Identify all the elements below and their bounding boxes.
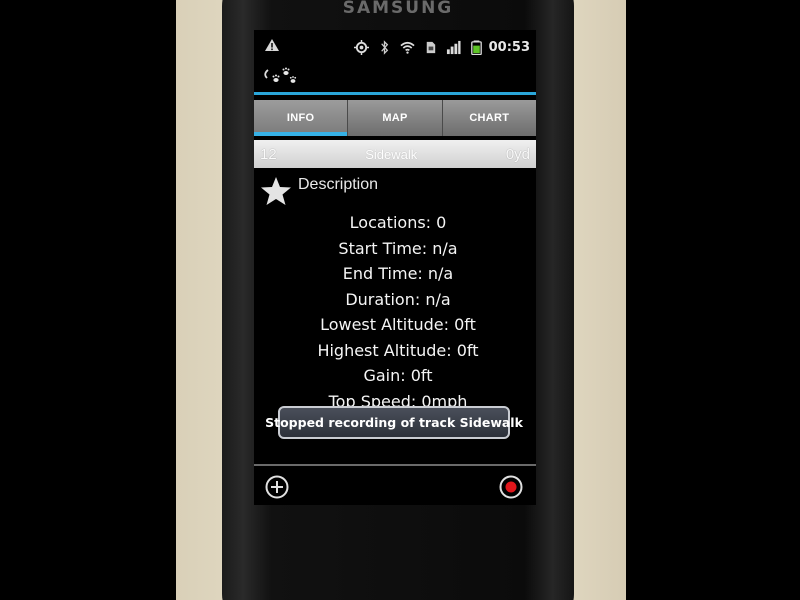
signal-icon bbox=[446, 40, 461, 54]
stats-list: Locations: 0 Start Time: n/a End Time: n… bbox=[254, 210, 536, 414]
star-icon[interactable] bbox=[260, 176, 292, 206]
paw-prints-icon[interactable] bbox=[260, 62, 300, 90]
tab-map[interactable]: MAP bbox=[347, 100, 441, 136]
description-header: Description bbox=[260, 176, 378, 206]
title-bar bbox=[254, 62, 536, 92]
phone-screen: 00:53 INFO MAP CHART 12 Sidewalk 0yd Des… bbox=[254, 30, 536, 505]
track-number: 12 bbox=[260, 145, 277, 163]
status-clock: 00:53 bbox=[488, 40, 530, 55]
brand-logo: SAMSUNG bbox=[342, 0, 454, 18]
stat-end-time: End Time: n/a bbox=[342, 264, 454, 283]
track-row[interactable]: 12 Sidewalk 0yd bbox=[254, 140, 536, 168]
wifi-icon bbox=[400, 41, 415, 54]
track-name: Sidewalk bbox=[365, 146, 418, 162]
record-icon[interactable] bbox=[498, 474, 524, 500]
title-divider bbox=[254, 92, 536, 95]
description-label: Description bbox=[298, 176, 379, 193]
stat-start-time: Start Time: n/a bbox=[338, 238, 458, 258]
stat-highest-altitude: Highest Altitude: 0ft bbox=[317, 340, 479, 360]
bottom-divider bbox=[254, 464, 536, 466]
tab-bar: INFO MAP CHART bbox=[254, 100, 536, 136]
add-circle-icon[interactable] bbox=[264, 474, 290, 500]
stat-locations: Locations: 0 bbox=[349, 213, 447, 232]
toast-message: Stopped recording of track Sidewalk bbox=[265, 406, 523, 439]
warning-icon bbox=[265, 39, 279, 51]
track-distance: 0yd bbox=[505, 145, 530, 163]
status-bar: 00:53 bbox=[254, 34, 536, 60]
status-icons bbox=[354, 39, 484, 55]
stat-duration: Duration: n/a bbox=[345, 289, 451, 309]
stat-gain: Gain: 0ft bbox=[363, 366, 433, 385]
gps-icon bbox=[354, 39, 369, 55]
tab-chart[interactable]: CHART bbox=[441, 100, 536, 136]
sim-icon bbox=[426, 41, 436, 53]
bluetooth-icon bbox=[381, 39, 389, 55]
stat-lowest-altitude: Lowest Altitude: 0ft bbox=[320, 315, 476, 334]
battery-icon bbox=[471, 39, 482, 55]
tab-info[interactable]: INFO bbox=[254, 100, 348, 136]
